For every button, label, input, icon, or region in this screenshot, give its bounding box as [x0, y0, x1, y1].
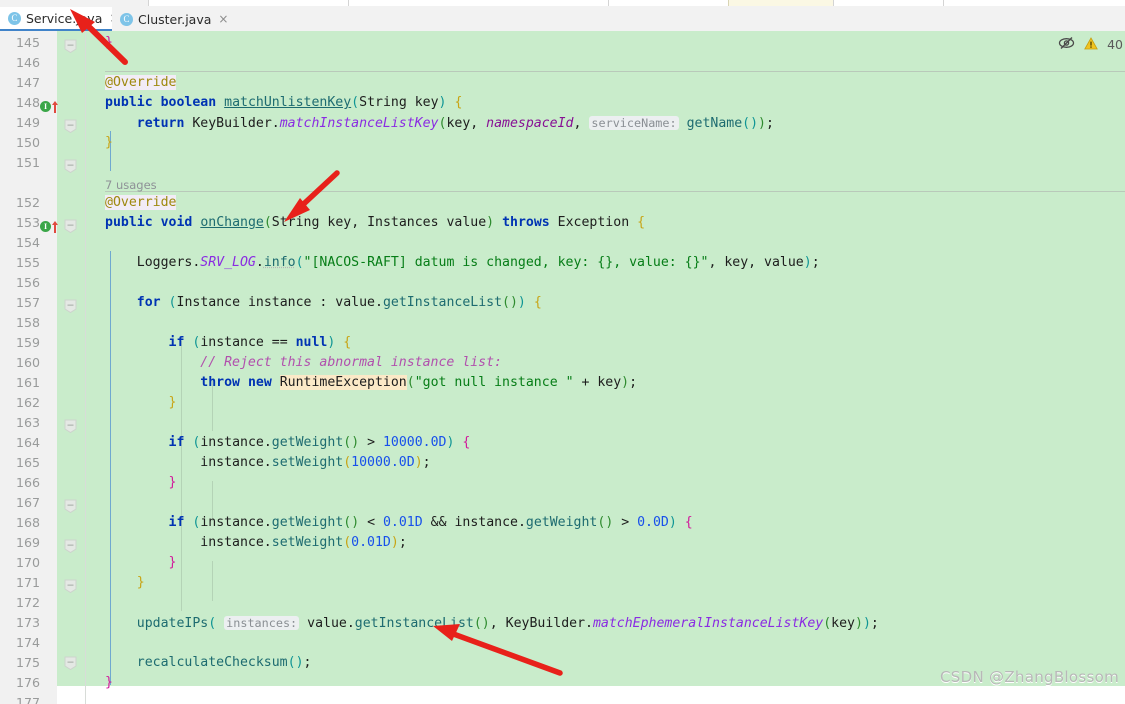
code-text: }	[105, 675, 113, 690]
java-class-icon: C	[8, 11, 21, 25]
line-row: 167	[0, 493, 1125, 513]
code-editor[interactable]: I I 145 146 147 148 149 150 151 152 153 …	[0, 31, 1125, 704]
parameter-hint-instances: instances:	[224, 616, 300, 630]
code-text: Loggers.SRV_LOG.info("[NACOS-RAFT] datum…	[136, 255, 820, 270]
code-text: }	[168, 395, 177, 410]
toolbar-segment	[608, 0, 730, 6]
code-text: for (Instance instance : value.getInstan…	[136, 295, 542, 310]
warning-count: 40	[1107, 37, 1123, 52]
code-text: if (instance.getWeight() > 10000.0D) {	[168, 435, 471, 450]
code-text: }	[105, 35, 113, 50]
code-text: public void onChange(String key, Instanc…	[105, 215, 646, 230]
code-text: throw new RuntimeException("got null ins…	[200, 375, 638, 390]
java-class-icon: C	[120, 12, 133, 26]
code-line-160[interactable]: // Reject this abnormal instance list:	[0, 353, 1125, 373]
code-text: @Override	[105, 195, 177, 210]
line-row: 154	[0, 233, 1125, 253]
code-text: }	[105, 135, 113, 150]
code-line-159[interactable]: if (instance == null) {	[0, 333, 1125, 353]
tab-cluster-java[interactable]: C Cluster.java ×	[112, 7, 228, 31]
editor-inspection-status[interactable]: 40	[1058, 35, 1123, 54]
code-line-157[interactable]: for (Instance instance : value.getInstan…	[0, 293, 1125, 313]
toolbar-segment	[148, 0, 350, 6]
code-line-152[interactable]: @Override	[0, 193, 1125, 213]
line-row: 163	[0, 413, 1125, 433]
code-text: }	[168, 475, 177, 490]
code-vision-hint-row[interactable]: 7 usages	[0, 175, 1125, 195]
code-text: if (instance.getWeight() < 0.01D && inst…	[168, 515, 693, 530]
code-line-162[interactable]: }	[0, 393, 1125, 413]
watermark-text: CSDN @ZhangBlossom	[940, 668, 1119, 686]
tab-label: Service.java	[26, 10, 103, 26]
warning-triangle-icon[interactable]	[1084, 35, 1098, 54]
editor-tab-bar: C Service.java × C Cluster.java ×	[0, 7, 1125, 32]
code-text: updateIPs( instances: value.getInstanceL…	[136, 616, 879, 631]
usages-hint[interactable]: 7 usages	[105, 178, 157, 192]
tab-service-java[interactable]: C Service.java ×	[0, 7, 119, 31]
code-text: instance.setWeight(10000.0D);	[200, 455, 431, 470]
toolbar-segment	[348, 0, 610, 6]
line-row: 146	[0, 53, 1125, 73]
tab-label: Cluster.java	[138, 11, 212, 27]
code-text: }	[136, 575, 145, 590]
code-text: if (instance == null) {	[168, 335, 352, 350]
code-line-145[interactable]: }	[0, 33, 1125, 53]
code-text: recalculateChecksum();	[136, 655, 312, 670]
line-row: 151	[0, 153, 1125, 173]
code-text: }	[168, 555, 177, 570]
code-line-155[interactable]: Loggers.SRV_LOG.info("[NACOS-RAFT] datum…	[0, 253, 1125, 273]
eye-off-icon[interactable]	[1058, 35, 1075, 54]
code-line-161[interactable]: throw new RuntimeException("got null ins…	[0, 373, 1125, 393]
line-row: 174	[0, 633, 1125, 653]
code-text: instance.setWeight(0.01D);	[200, 535, 407, 550]
line-row: 158	[0, 313, 1125, 333]
close-icon[interactable]: ×	[218, 13, 228, 25]
line-row: 172	[0, 593, 1125, 613]
code-line-150[interactable]: }	[0, 133, 1125, 153]
parameter-hint-serviceName: serviceName:	[589, 116, 679, 130]
code-line-173[interactable]: updateIPs( instances: value.getInstanceL…	[0, 613, 1125, 633]
code-line-164[interactable]: if (instance.getWeight() > 10000.0D) {	[0, 433, 1125, 453]
code-line-168[interactable]: if (instance.getWeight() < 0.01D && inst…	[0, 513, 1125, 533]
toolbar-segment	[943, 0, 1125, 6]
code-line-170[interactable]: }	[0, 553, 1125, 573]
code-text: public boolean matchUnlistenKey(String k…	[105, 95, 463, 110]
code-text: @Override	[105, 75, 177, 90]
toolbar-segment-highlighted	[728, 0, 835, 6]
line-row: 177	[0, 693, 1125, 704]
code-line-169[interactable]: instance.setWeight(0.01D);	[0, 533, 1125, 553]
code-line-165[interactable]: instance.setWeight(10000.0D);	[0, 453, 1125, 473]
toolbar-segment	[833, 0, 945, 6]
code-text: return KeyBuilder.matchInstanceListKey(k…	[136, 116, 774, 131]
code-line-166[interactable]: }	[0, 473, 1125, 493]
line-row: 156	[0, 273, 1125, 293]
code-line-171[interactable]: }	[0, 573, 1125, 593]
code-line-149[interactable]: return KeyBuilder.matchInstanceListKey(k…	[0, 113, 1125, 133]
code-line-153[interactable]: public void onChange(String key, Instanc…	[0, 213, 1125, 233]
code-line-147[interactable]: @Override	[0, 73, 1125, 93]
code-text: // Reject this abnormal instance list:	[200, 355, 502, 370]
code-line-148[interactable]: public boolean matchUnlistenKey(String k…	[0, 93, 1125, 113]
